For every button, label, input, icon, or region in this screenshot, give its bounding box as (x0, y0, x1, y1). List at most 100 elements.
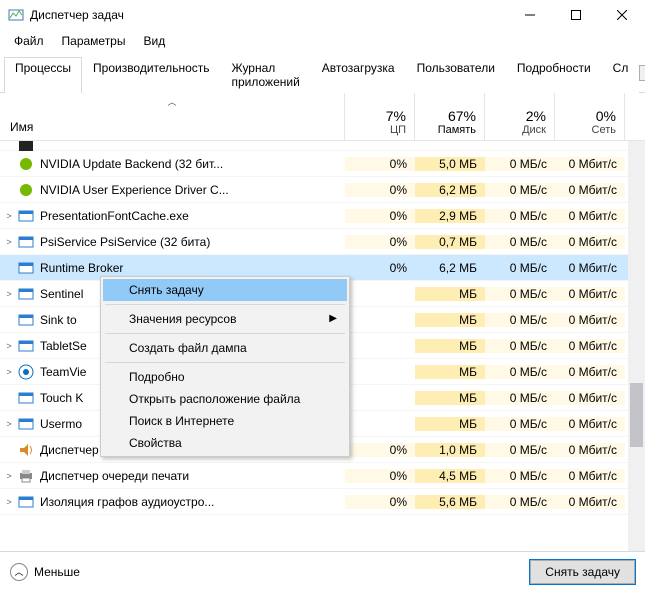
cell-network: 0 Мбит/с (555, 469, 625, 483)
column-name-label: Имя (10, 120, 33, 134)
cell-memory: 5,0 МБ (415, 157, 485, 171)
process-icon (18, 312, 34, 328)
expand-toggle[interactable]: > (0, 237, 18, 247)
cell-network: 0 Мбит/с (555, 443, 625, 457)
ctx-resource-values[interactable]: Значения ресурсов ▶ (103, 308, 347, 330)
column-network[interactable]: 0% Сеть (555, 93, 625, 140)
column-disk[interactable]: 2% Диск (485, 93, 555, 140)
expand-toggle[interactable]: > (0, 341, 18, 351)
footer: ︿ Меньше Снять задачу (0, 551, 645, 591)
end-task-button[interactable]: Снять задачу (530, 560, 635, 584)
cell-network: 0 Мбит/с (555, 339, 625, 353)
cell-disk: 0 МБ/с (485, 469, 555, 483)
cell-network: 0 Мбит/с (555, 261, 625, 275)
cell-memory: МБ (415, 287, 485, 301)
cell-network: 0 Мбит/с (555, 209, 625, 223)
process-icon (18, 286, 34, 302)
window-controls (507, 0, 645, 30)
tab-users[interactable]: Пользователи (406, 57, 506, 93)
cell-memory: 1,0 МБ (415, 443, 485, 457)
process-icon (18, 338, 34, 354)
maximize-button[interactable] (553, 0, 599, 30)
cell-memory: 4,5 МБ (415, 469, 485, 483)
cell-memory: 0,7 МБ (415, 235, 485, 249)
process-icon (18, 364, 34, 380)
app-icon (8, 7, 24, 23)
cell-memory: МБ (415, 365, 485, 379)
menu-file[interactable]: Файл (6, 32, 52, 50)
ctx-create-dump[interactable]: Создать файл дампа (103, 337, 347, 359)
process-row[interactable] (0, 141, 645, 151)
expand-toggle[interactable]: > (0, 289, 18, 299)
cell-cpu: 0% (345, 183, 415, 197)
tab-startup[interactable]: Автозагрузка (311, 57, 406, 93)
ctx-properties[interactable]: Свойства (103, 432, 347, 454)
expand-toggle[interactable]: > (0, 367, 18, 377)
column-cpu[interactable]: 7% ЦП (345, 93, 415, 140)
menu-options[interactable]: Параметры (54, 32, 134, 50)
tab-app-history[interactable]: Журнал приложений (221, 57, 311, 93)
ctx-end-task[interactable]: Снять задачу (103, 279, 347, 301)
mem-pct: 67% (448, 108, 476, 124)
column-memory[interactable]: 67% Память (415, 93, 485, 140)
disk-label: Диск (522, 124, 546, 136)
expand-toggle[interactable]: > (0, 471, 18, 481)
ctx-open-location[interactable]: Открыть расположение файла (103, 388, 347, 410)
process-name: Диспетчер очереди печати (40, 469, 345, 483)
window-title: Диспетчер задач (30, 8, 507, 22)
cell-disk: 0 МБ/с (485, 209, 555, 223)
ctx-search-online[interactable]: Поиск в Интернете (103, 410, 347, 432)
process-row[interactable]: >Изоляция графов аудиоустро...0%5,6 МБ0 … (0, 489, 645, 515)
vertical-scrollbar[interactable] (628, 141, 645, 557)
column-name[interactable]: ︿ Имя (0, 93, 345, 140)
process-icon (18, 390, 34, 406)
context-menu: Снять задачу Значения ресурсов ▶ Создать… (100, 276, 350, 457)
scrollbar-thumb[interactable] (630, 383, 643, 447)
cell-cpu: 0% (345, 495, 415, 509)
cell-disk: 0 МБ/с (485, 365, 555, 379)
cell-network: 0 Мбит/с (555, 313, 625, 327)
process-name: Runtime Broker (40, 261, 345, 275)
disk-pct: 2% (526, 108, 546, 124)
tab-services[interactable]: Сл (602, 57, 640, 93)
menu-view[interactable]: Вид (135, 32, 173, 50)
fewer-details-button[interactable]: ︿ Меньше (10, 563, 80, 581)
minimize-button[interactable] (507, 0, 553, 30)
tab-strip: Процессы Производительность Журнал прило… (0, 54, 645, 93)
process-icon (18, 138, 34, 154)
mem-label: Память (438, 124, 476, 136)
ctx-resource-values-label: Значения ресурсов (129, 312, 236, 326)
tab-details[interactable]: Подробности (506, 57, 602, 93)
process-name: NVIDIA User Experience Driver C... (40, 183, 345, 197)
cpu-pct: 7% (386, 108, 406, 124)
tab-performance[interactable]: Производительность (82, 57, 220, 93)
cell-disk: 0 МБ/с (485, 157, 555, 171)
net-pct: 0% (596, 108, 616, 124)
cell-memory: МБ (415, 391, 485, 405)
process-icon (18, 182, 34, 198)
cell-disk: 0 МБ/с (485, 261, 555, 275)
process-name: PresentationFontCache.exe (40, 209, 345, 223)
menubar: Файл Параметры Вид (0, 30, 645, 54)
process-row[interactable]: NVIDIA Update Backend (32 бит...0%5,0 МБ… (0, 151, 645, 177)
cell-disk: 0 МБ/с (485, 495, 555, 509)
close-button[interactable] (599, 0, 645, 30)
cell-disk: 0 МБ/с (485, 287, 555, 301)
process-icon (18, 208, 34, 224)
ctx-details[interactable]: Подробно (103, 366, 347, 388)
process-row[interactable]: >PsiService PsiService (32 бита)0%0,7 МБ… (0, 229, 645, 255)
cell-network: 0 Мбит/с (555, 287, 625, 301)
tab-processes[interactable]: Процессы (4, 57, 82, 93)
process-icon (18, 442, 34, 458)
expand-toggle[interactable]: > (0, 497, 18, 507)
process-name: PsiService PsiService (32 бита) (40, 235, 345, 249)
process-row[interactable]: >Диспетчер очереди печати0%4,5 МБ0 МБ/с0… (0, 463, 645, 489)
expand-toggle[interactable]: > (0, 211, 18, 221)
column-headers: ︿ Имя 7% ЦП 67% Память 2% Диск 0% Сеть (0, 93, 645, 141)
tab-scroll-left[interactable]: ◂ (639, 65, 645, 81)
process-row[interactable]: NVIDIA User Experience Driver C...0%6,2 … (0, 177, 645, 203)
cpu-label: ЦП (390, 124, 406, 136)
process-icon (18, 156, 34, 172)
expand-toggle[interactable]: > (0, 419, 18, 429)
process-row[interactable]: >PresentationFontCache.exe0%2,9 МБ0 МБ/с… (0, 203, 645, 229)
